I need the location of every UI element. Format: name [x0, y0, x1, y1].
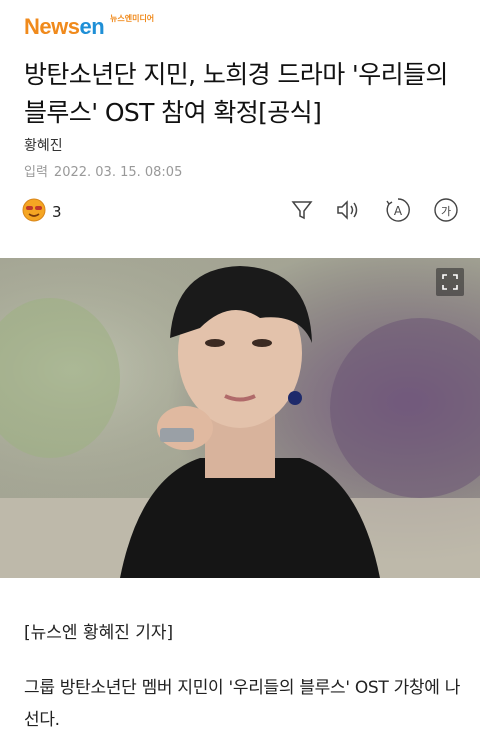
translate-glyph: 가 — [441, 205, 451, 218]
expand-image-button[interactable] — [436, 268, 464, 296]
emoji-face-icon — [22, 198, 46, 226]
timestamp-label: 입력 — [24, 165, 48, 180]
article-photo[interactable] — [0, 258, 480, 578]
reaction-count: 3 — [52, 203, 62, 221]
article-body: 그룹 방탄소년단 멤버 지민이 '우리들의 블루스' OST 가창에 나선다. — [24, 678, 461, 730]
translate-icon[interactable]: 가 — [432, 196, 460, 224]
filter-icon[interactable] — [288, 196, 316, 224]
photo-illustration — [0, 258, 480, 578]
font-size-glyph: A — [394, 204, 403, 218]
reporter-byline: [뉴스엔 황혜진 기자] — [24, 623, 174, 643]
logo-news-text: News — [24, 14, 80, 39]
font-size-icon[interactable]: A — [384, 196, 412, 224]
timestamp-value: 2022. 03. 15. 08:05 — [53, 165, 183, 180]
article-toolbar: 3 A 가 — [0, 196, 480, 228]
speaker-icon[interactable] — [334, 196, 362, 224]
logo-wordmark: Newsen — [24, 14, 105, 39]
publish-timestamp: 입력 2022. 03. 15. 08:05 — [24, 161, 188, 180]
logo-tagline: 뉴스엔미디어 — [110, 14, 155, 23]
logo-en-text: en — [79, 14, 105, 39]
site-logo[interactable]: Newsen 뉴스엔미디어 — [24, 14, 154, 39]
reaction-button[interactable]: 3 — [22, 198, 62, 226]
article-title: 방탄소년단 지민, 노희경 드라마 '우리들의 블루스' OST 참여 확정[공… — [24, 60, 448, 127]
expand-icon — [442, 274, 458, 290]
author-name[interactable]: 황혜진 — [24, 135, 63, 155]
